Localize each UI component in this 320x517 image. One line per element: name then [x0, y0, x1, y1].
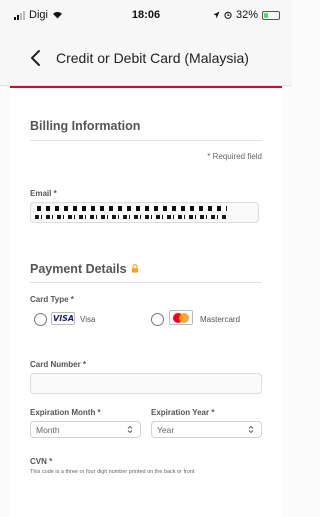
cvn-help-text: This code is a three or four digit numbe… [30, 469, 195, 475]
required-field-note: * Required field [207, 152, 262, 161]
payment-form-card: Billing Information * Required field Ema… [10, 86, 282, 517]
card-number-field[interactable] [30, 373, 262, 394]
expiration-month-value: Month [36, 425, 60, 435]
visa-option-label: Visa [80, 315, 96, 324]
expiration-year-select[interactable]: Year [151, 421, 262, 438]
battery-icon [262, 10, 280, 20]
status-bar: Digi 18:06 32% [0, 0, 292, 30]
page-title: Credit or Debit Card (Malaysia) [56, 50, 249, 66]
expiration-year-value: Year [157, 425, 175, 435]
divider [30, 282, 262, 283]
email-label: Email * [30, 189, 57, 198]
expiration-month-select[interactable]: Month [30, 421, 141, 438]
card-number-label: Card Number * [30, 360, 87, 369]
cvn-label: CVN * [30, 457, 53, 466]
redacted-email [35, 215, 227, 219]
redacted-email [35, 206, 227, 211]
payment-details-heading: Payment Details [30, 262, 139, 276]
chevron-left-icon[interactable] [28, 49, 42, 67]
card-type-label: Card Type * [30, 295, 74, 304]
payment-details-title: Payment Details [30, 262, 127, 276]
mastercard-option-label: Mastercard [200, 315, 241, 324]
expiration-year-label: Expiration Year * [151, 408, 215, 417]
mastercard-logo [169, 310, 193, 325]
email-field[interactable] [30, 202, 259, 223]
battery-percentage: 32% [235, 9, 258, 21]
billing-information-heading: Billing Information [30, 119, 141, 133]
alarm-icon [224, 11, 232, 19]
location-arrow-icon [213, 11, 220, 19]
divider [30, 140, 262, 141]
select-arrows-icon [127, 425, 133, 434]
select-arrows-icon [248, 425, 254, 434]
lock-icon [131, 264, 138, 273]
expiration-month-label: Expiration Month * [30, 408, 101, 417]
visa-radio[interactable] [34, 313, 47, 326]
header: Credit or Debit Card (Malaysia) [0, 30, 292, 86]
mastercard-radio[interactable] [151, 313, 164, 326]
visa-logo: VISA [51, 312, 75, 325]
